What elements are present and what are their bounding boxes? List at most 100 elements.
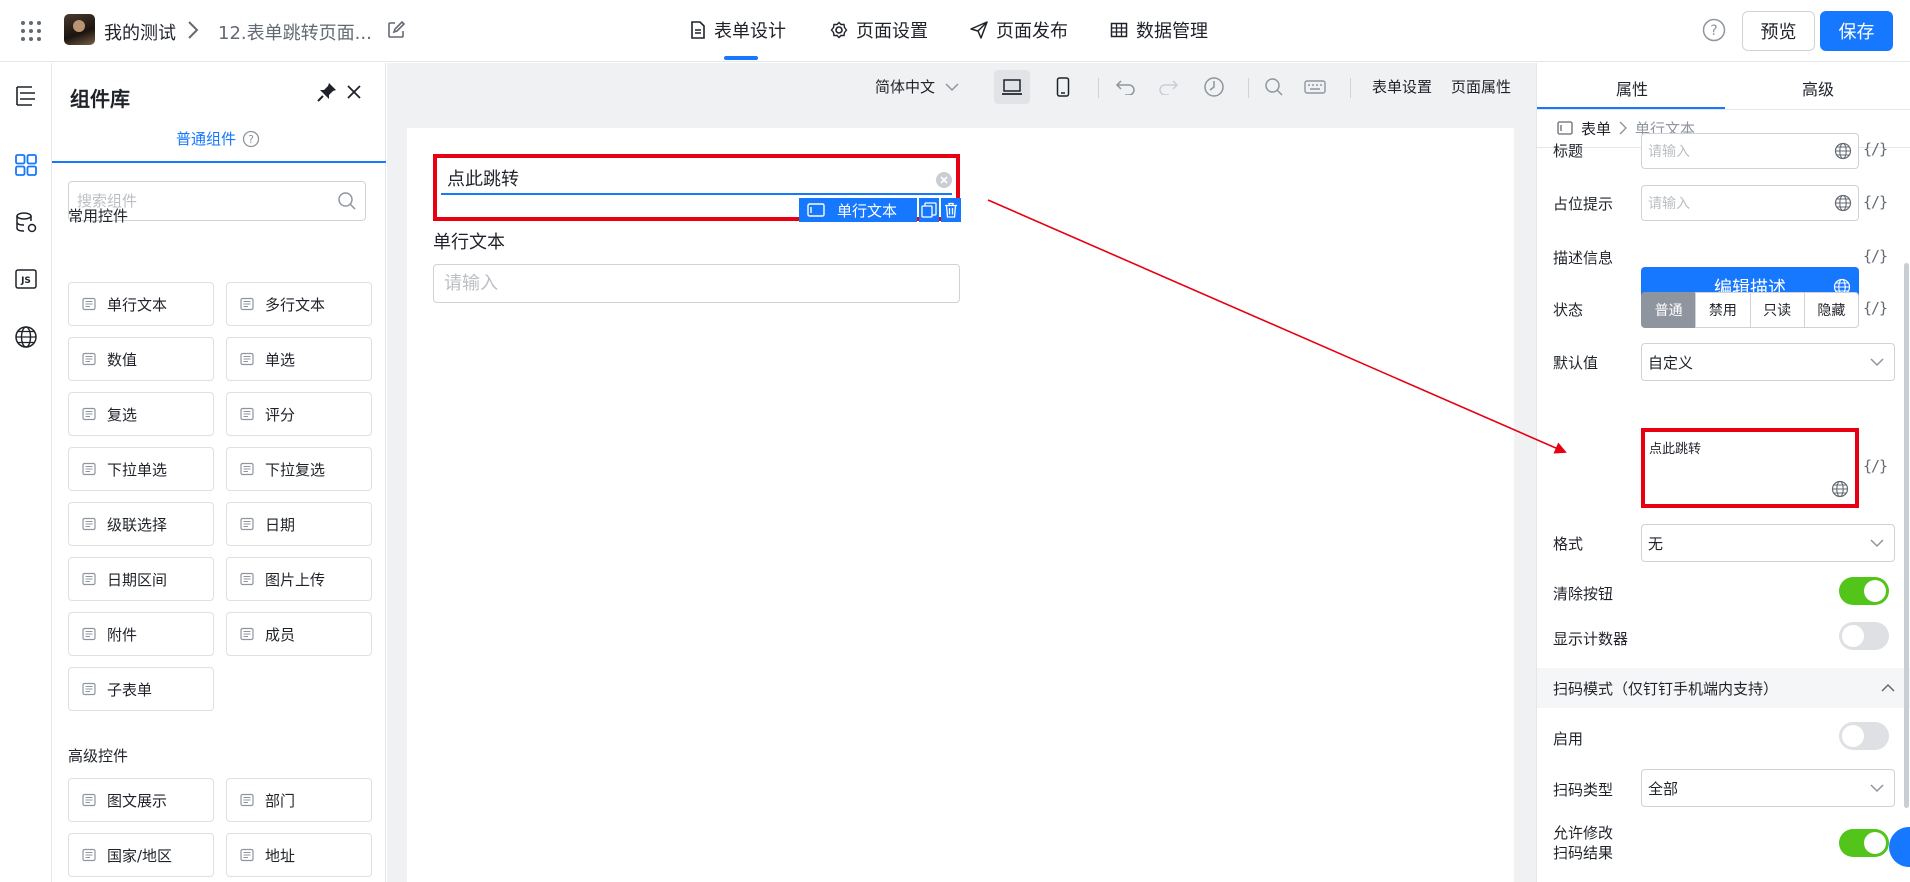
component-item[interactable]: 复选 bbox=[68, 392, 214, 436]
status-option-readonly[interactable]: 只读 bbox=[1749, 292, 1805, 328]
tab-page-publish[interactable]: 页面发布 bbox=[970, 16, 1068, 44]
tab-page-settings[interactable]: 页面设置 bbox=[830, 16, 928, 44]
tab-advanced[interactable]: 高级 bbox=[1802, 76, 1834, 100]
app-avatar[interactable] bbox=[64, 14, 95, 45]
component-icon bbox=[81, 792, 97, 808]
description-expression-button[interactable]: {/} bbox=[1863, 247, 1888, 265]
placeholder-input[interactable]: 请输入 bbox=[1641, 185, 1859, 221]
status-expression-button[interactable]: {/} bbox=[1863, 299, 1888, 317]
status-option-normal[interactable]: 普通 bbox=[1641, 292, 1697, 328]
preview-button[interactable]: 预览 bbox=[1742, 11, 1815, 51]
search-icon[interactable] bbox=[1256, 70, 1292, 104]
title-input[interactable]: 请输入 bbox=[1641, 133, 1859, 169]
format-select[interactable]: 无 bbox=[1641, 524, 1895, 562]
js-icon[interactable]: JS bbox=[8, 261, 44, 297]
globe-icon[interactable] bbox=[1834, 142, 1852, 160]
left-rail: JS bbox=[0, 63, 52, 882]
copy-icon[interactable] bbox=[919, 198, 939, 222]
globe-icon[interactable] bbox=[8, 319, 44, 355]
component-item[interactable]: 地址 bbox=[226, 833, 372, 877]
search-icon[interactable] bbox=[337, 191, 357, 211]
page-properties-link[interactable]: 页面属性 bbox=[1451, 76, 1511, 97]
component-item[interactable]: 评分 bbox=[226, 392, 372, 436]
component-icon bbox=[81, 571, 97, 587]
mobile-view-icon[interactable] bbox=[1045, 70, 1081, 104]
form-settings-link[interactable]: 表单设置 bbox=[1372, 76, 1432, 97]
save-button[interactable]: 保存 bbox=[1820, 11, 1893, 51]
component-item[interactable]: 图片上传 bbox=[226, 557, 372, 601]
app-name[interactable]: 我的测试 bbox=[104, 19, 176, 45]
globe-icon[interactable] bbox=[1834, 194, 1852, 212]
component-item[interactable]: 图文展示 bbox=[68, 778, 214, 822]
tab-common-components-label: 普通组件 bbox=[176, 130, 237, 148]
floating-action-button[interactable] bbox=[1889, 827, 1910, 867]
tab-form-design[interactable]: 表单设计 bbox=[690, 16, 786, 44]
component-item[interactable]: 子表单 bbox=[68, 667, 214, 711]
page-name[interactable]: 12.表单跳转页面... bbox=[218, 19, 372, 45]
component-item[interactable]: 成员 bbox=[226, 612, 372, 656]
desktop-view-icon[interactable] bbox=[994, 70, 1030, 104]
component-item[interactable]: 单行文本 bbox=[68, 282, 214, 326]
globe-icon[interactable] bbox=[1831, 480, 1849, 498]
scan-type-select[interactable]: 全部 bbox=[1641, 769, 1895, 807]
scan-mode-section-header[interactable]: 扫码模式（仅钉钉手机端内支持） bbox=[1537, 668, 1910, 708]
close-icon[interactable] bbox=[342, 80, 366, 104]
component-item[interactable]: 日期 bbox=[226, 502, 372, 546]
default-value-mode-select[interactable]: 自定义 bbox=[1641, 343, 1895, 381]
components-icon[interactable] bbox=[8, 147, 44, 183]
component-item[interactable]: 日期区间 bbox=[68, 557, 214, 601]
component-label: 国家/地区 bbox=[107, 846, 173, 865]
clear-icon[interactable] bbox=[935, 171, 953, 189]
help-icon[interactable]: ? bbox=[242, 130, 260, 148]
scrollbar[interactable] bbox=[1904, 263, 1909, 808]
clear-button-toggle[interactable] bbox=[1839, 577, 1889, 605]
component-item[interactable]: 多行文本 bbox=[226, 282, 372, 326]
component-item[interactable]: 级联选择 bbox=[68, 502, 214, 546]
component-item[interactable]: 下拉复选 bbox=[226, 447, 372, 491]
status-option-hidden[interactable]: 隐藏 bbox=[1803, 292, 1859, 328]
redo-icon[interactable] bbox=[1150, 70, 1186, 104]
component-item[interactable]: 附件 bbox=[68, 612, 214, 656]
data-source-icon[interactable] bbox=[8, 205, 44, 241]
show-counter-toggle[interactable] bbox=[1839, 622, 1889, 650]
delete-icon[interactable] bbox=[941, 198, 961, 222]
default-value-textarea[interactable]: 点此跳转 bbox=[1641, 428, 1859, 508]
tab-data-management-label: 数据管理 bbox=[1136, 21, 1208, 42]
pin-icon[interactable] bbox=[315, 80, 339, 104]
component-item[interactable]: 数值 bbox=[68, 337, 214, 381]
chevron-up-icon[interactable] bbox=[1881, 683, 1895, 693]
component-item[interactable]: 下拉单选 bbox=[68, 447, 214, 491]
component-item[interactable]: 部门 bbox=[226, 778, 372, 822]
text-input-field[interactable] bbox=[433, 264, 960, 303]
keyboard-icon[interactable] bbox=[1297, 70, 1333, 104]
undo-icon[interactable] bbox=[1108, 70, 1144, 104]
title-expression-button[interactable]: {/} bbox=[1863, 140, 1888, 158]
tab-properties[interactable]: 属性 bbox=[1616, 76, 1648, 100]
tab-data-management[interactable]: 数据管理 bbox=[1110, 16, 1208, 44]
text-field-icon bbox=[807, 203, 825, 217]
breadcrumb-form[interactable]: 表单 bbox=[1581, 118, 1611, 139]
component-label: 地址 bbox=[265, 846, 296, 865]
selected-field-highlight[interactable]: 点此跳转 单行文本 bbox=[433, 154, 961, 222]
description-label: 描述信息 bbox=[1553, 249, 1614, 267]
app-grid-icon[interactable] bbox=[18, 18, 44, 44]
component-item[interactable]: 国家/地区 bbox=[68, 833, 214, 877]
selected-field-input[interactable]: 点此跳转 bbox=[441, 162, 952, 195]
outline-tree-icon[interactable] bbox=[8, 77, 44, 113]
edit-icon[interactable] bbox=[385, 19, 407, 41]
allow-edit-toggle[interactable] bbox=[1839, 829, 1889, 857]
help-icon[interactable]: ? bbox=[1701, 17, 1727, 43]
component-item[interactable]: 单选 bbox=[226, 337, 372, 381]
component-icon bbox=[239, 351, 255, 367]
tab-underline bbox=[52, 161, 386, 163]
language-select[interactable]: 简体中文 bbox=[875, 76, 959, 97]
history-icon[interactable] bbox=[1196, 70, 1232, 104]
component-label: 评分 bbox=[265, 405, 296, 424]
status-option-disabled[interactable]: 禁用 bbox=[1695, 292, 1751, 328]
properties-panel: 属性 高级 表单 单行文本 标题 请输入 {/} 占位提示 请输入 {/} 描述… bbox=[1536, 63, 1910, 882]
toolbar-divider bbox=[1350, 78, 1351, 98]
tab-common-components[interactable]: 普通组件 ? bbox=[176, 128, 260, 149]
scan-enable-toggle[interactable] bbox=[1839, 722, 1889, 750]
default-value-expression-button[interactable]: {/} bbox=[1863, 457, 1888, 475]
placeholder-expression-button[interactable]: {/} bbox=[1863, 193, 1888, 211]
